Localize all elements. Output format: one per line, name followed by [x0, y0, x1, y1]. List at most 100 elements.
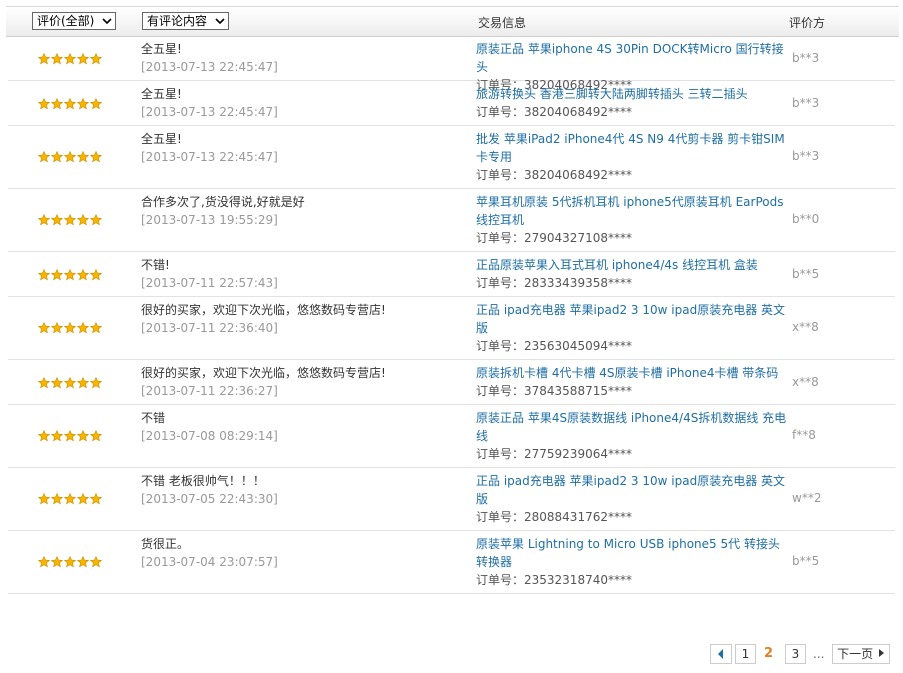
star-icon — [63, 213, 77, 226]
order-number: 订单号：28333439358**** — [476, 276, 632, 290]
trade-info: 苹果耳机原装 5代拆机耳机 iphone5代原装耳机 EarPods线控耳机 订单… — [476, 193, 792, 247]
comment-text: 全五星! — [141, 132, 182, 146]
rater-name: b**5 — [792, 267, 820, 281]
column-header-rater: 评价方 — [789, 16, 826, 30]
item-link[interactable]: 原装正品 苹果4S原装数据线 iPhone4/4S拆机数据线 充电线 — [476, 409, 792, 445]
star-icon — [76, 376, 90, 389]
star-icon — [63, 429, 77, 442]
star-icon — [37, 429, 51, 442]
star-icon — [50, 492, 64, 505]
order-number: 订单号：37843588715**** — [476, 384, 632, 398]
rating-stars — [37, 555, 103, 571]
star-icon — [63, 555, 77, 568]
star-icon — [76, 555, 90, 568]
rating-stars — [37, 321, 103, 337]
star-icon — [50, 429, 64, 442]
star-icon — [89, 555, 103, 568]
star-icon — [37, 52, 51, 65]
star-icon — [63, 376, 77, 389]
star-icon — [76, 321, 90, 334]
order-number: 订单号：23532318740**** — [476, 573, 632, 587]
star-icon — [89, 97, 103, 110]
star-icon — [89, 376, 103, 389]
review-comment: 全五星! [2013-07-13 22:45:47] — [141, 85, 278, 121]
star-icon — [50, 555, 64, 568]
rating-stars — [37, 376, 103, 392]
review-row: 很好的买家，欢迎下次光临，悠悠数码专营店! [2013-07-11 22:36:4… — [8, 297, 895, 360]
star-icon — [50, 376, 64, 389]
order-number: 订单号：27759239064**** — [476, 447, 632, 461]
review-comment: 全五星! [2013-07-13 22:45:47] — [141, 40, 278, 76]
page-1-button[interactable]: 1 — [735, 644, 756, 664]
star-icon — [63, 52, 77, 65]
star-icon — [76, 429, 90, 442]
review-row: 全五星! [2013-07-13 22:45:47] 旅游转换头 香港三脚转大陆两脚… — [8, 81, 895, 126]
star-icon — [76, 150, 90, 163]
star-icon — [89, 492, 103, 505]
comment-date: [2013-07-13 22:45:47] — [141, 105, 278, 119]
rater-name: f**8 — [792, 428, 816, 442]
column-header-trade-info: 交易信息 — [478, 16, 527, 30]
chevron-down-icon — [215, 18, 225, 25]
chevron-down-icon — [102, 18, 112, 25]
rating-filter-value: 评价(全部) — [37, 14, 95, 28]
trade-info: 原装正品 苹果4S原装数据线 iPhone4/4S拆机数据线 充电线订单号：27… — [476, 409, 792, 463]
page-3-button[interactable]: 3 — [785, 644, 806, 664]
rating-stars — [37, 150, 103, 166]
rating-stars — [37, 213, 103, 229]
order-number: 订单号：23563045094**** — [476, 339, 632, 353]
next-page-label: 下一页 — [837, 647, 874, 661]
rater-name: x**8 — [792, 375, 819, 389]
rater-name: b**3 — [792, 96, 820, 110]
comment-date: [2013-07-13 22:45:47] — [141, 150, 278, 164]
content-filter-select[interactable]: 有评论内容 — [142, 12, 229, 30]
table-header: 评价(全部) 有评论内容 交易信息 评价方 — [6, 6, 899, 37]
comment-text: 全五星! — [141, 87, 182, 101]
star-icon — [63, 321, 77, 334]
rating-stars — [37, 97, 103, 113]
star-icon — [50, 213, 64, 226]
comment-date: [2013-07-08 08:29:14] — [141, 429, 278, 443]
rating-filter-select[interactable]: 评价(全部) — [32, 12, 116, 30]
review-row: 合作多次了,货没得说,好就是好 [2013-07-13 19:55:29] 苹果耳机… — [8, 189, 895, 252]
item-link[interactable]: 正品 ipad充电器 苹果ipad2 3 10w ipad原装充电器 英文版 — [476, 472, 792, 508]
star-icon — [89, 213, 103, 226]
star-icon — [76, 268, 90, 281]
star-icon — [63, 268, 77, 281]
review-row: 全五星! [2013-07-13 22:45:47] 原装正品 苹果iphone 4… — [8, 36, 895, 92]
comment-text: 很好的买家，欢迎下次光临，悠悠数码专营店! — [141, 303, 386, 317]
rater-name: b**3 — [792, 149, 820, 163]
star-icon — [50, 97, 64, 110]
rater-name: x**8 — [792, 320, 819, 334]
review-row: 货很正。 [2013-07-04 23:07:57] 原装苹果 Lightning … — [8, 531, 895, 594]
prev-page-button[interactable] — [710, 644, 732, 664]
next-page-button[interactable]: 下一页 — [832, 644, 890, 664]
review-comment: 全五星! [2013-07-13 22:45:47] — [141, 130, 278, 166]
item-link[interactable]: 苹果耳机原装 5代拆机耳机 iphone5代原装耳机 EarPods线控耳机 — [476, 193, 792, 229]
star-icon — [50, 52, 64, 65]
star-icon — [37, 213, 51, 226]
item-link[interactable]: 原装正品 苹果iphone 4S 30Pin DOCK转Micro 国行转接头 — [476, 40, 792, 76]
star-icon — [50, 321, 64, 334]
order-number: 订单号：28088431762**** — [476, 510, 632, 524]
rater-name: w**2 — [792, 491, 822, 505]
item-link[interactable]: 原装苹果 Lightning to Micro USB iphone5 5代 转… — [476, 535, 792, 571]
chevron-left-icon — [718, 649, 723, 659]
trade-info: 原装拆机卡槽 4代卡槽 4S原装卡槽 iPhone4卡槽 带条码订单号：3784… — [476, 364, 792, 400]
item-link[interactable]: 原装拆机卡槽 4代卡槽 4S原装卡槽 iPhone4卡槽 带条码 — [476, 364, 792, 382]
trade-info: 正品 ipad充电器 苹果ipad2 3 10w ipad原装充电器 英文版订单… — [476, 301, 792, 355]
review-row: 很好的买家，欢迎下次光临，悠悠数码专营店! [2013-07-11 22:36:2… — [8, 360, 895, 405]
item-link[interactable]: 旅游转换头 香港三脚转大陆两脚转插头 三转二插头 — [476, 85, 792, 103]
pagination-ellipsis: ... — [813, 647, 825, 661]
item-link[interactable]: 正品原装苹果入耳式耳机 iphone4/4s 线控耳机 盒装 — [476, 256, 792, 274]
star-icon — [89, 52, 103, 65]
trade-info: 批发 苹果iPad2 iPhone4代 4S N9 4代剪卡器 剪卡钳SIM卡专… — [476, 130, 792, 184]
star-icon — [76, 213, 90, 226]
item-link[interactable]: 正品 ipad充电器 苹果ipad2 3 10w ipad原装充电器 英文版 — [476, 301, 792, 337]
comment-date: [2013-07-11 22:36:40] — [141, 321, 278, 335]
review-row: 不错 [2013-07-08 08:29:14] 原装正品 苹果4S原装数据线 iP… — [8, 405, 895, 468]
comment-date: [2013-07-05 22:43:30] — [141, 492, 278, 506]
item-link[interactable]: 批发 苹果iPad2 iPhone4代 4S N9 4代剪卡器 剪卡钳SIM卡专… — [476, 130, 792, 166]
review-comment: 不错 老板很帅气！！！ [2013-07-05 22:43:30] — [141, 472, 278, 508]
star-icon — [63, 492, 77, 505]
